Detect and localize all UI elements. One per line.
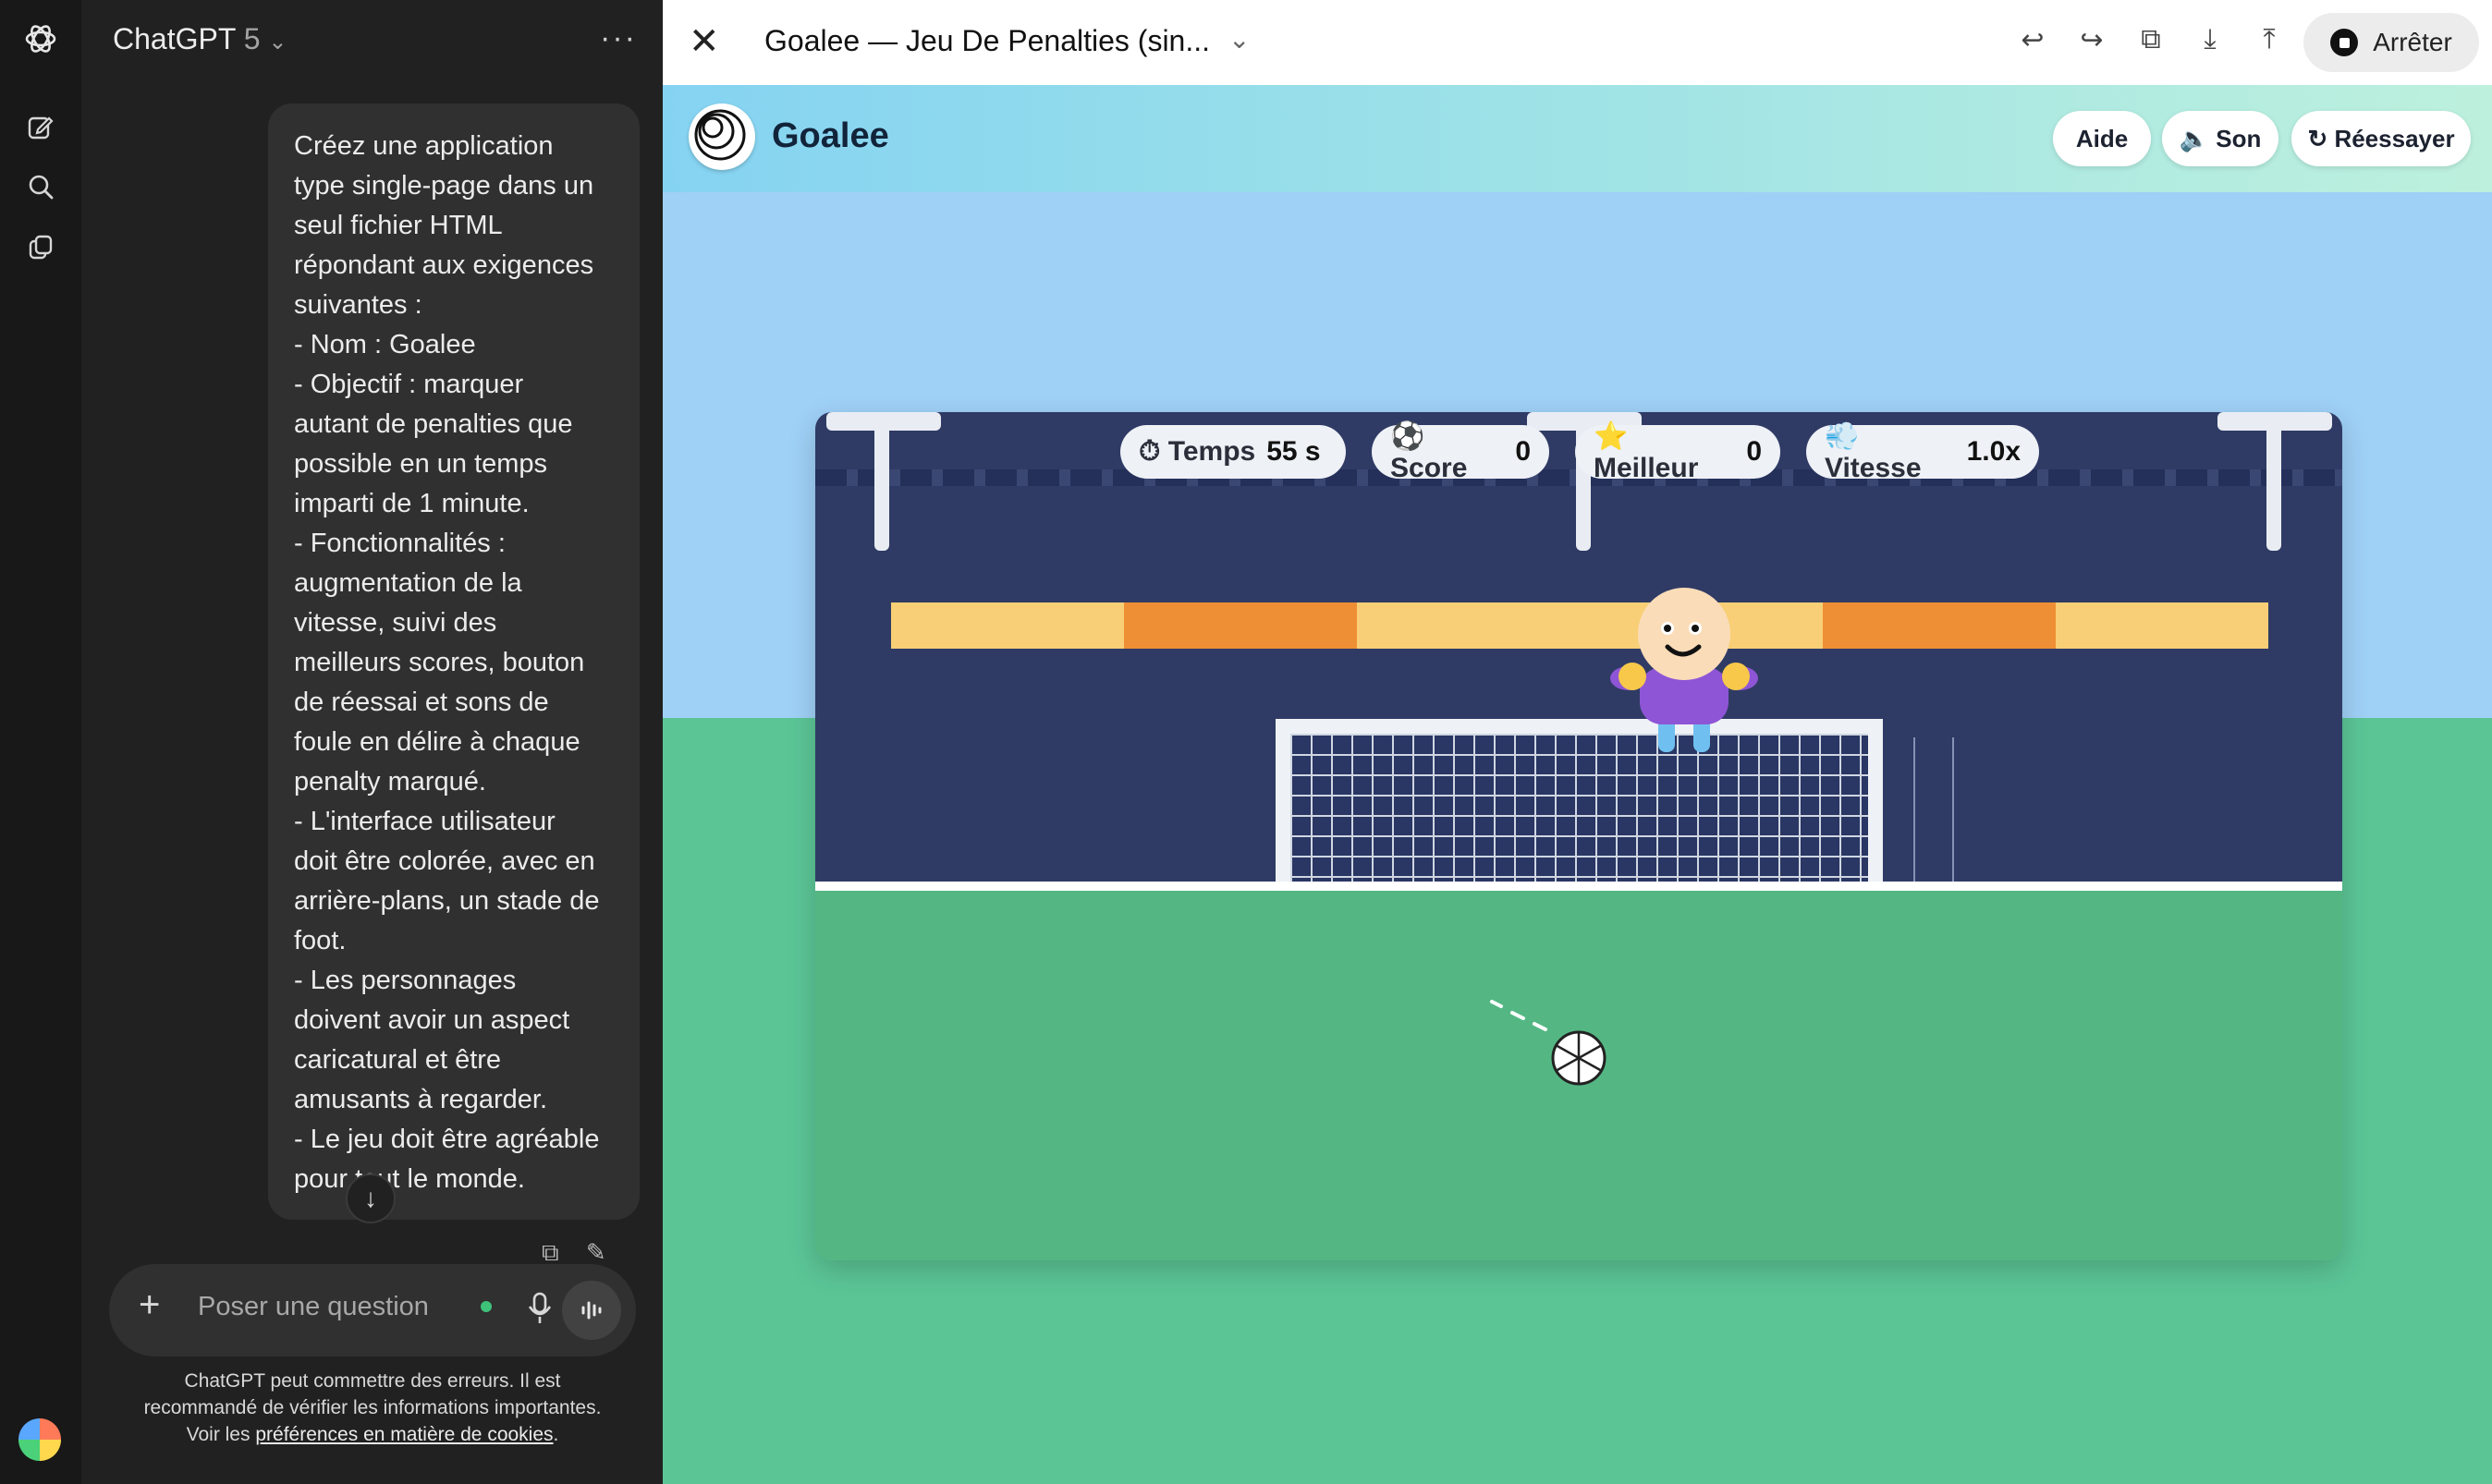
time-chip: ⏱ Temps 55 s	[1120, 425, 1346, 479]
edit-icon[interactable]: ✎	[586, 1238, 606, 1266]
message-line: - Nom : Goalee	[294, 330, 476, 359]
score-label: ⚽ Score	[1390, 420, 1468, 483]
stop-button[interactable]: Arrêter	[2303, 13, 2479, 72]
message-line: foule en délire à chaque	[294, 727, 580, 757]
banner-segment	[891, 602, 1124, 649]
message-line: autant de penalties que	[294, 409, 573, 439]
stop-icon	[2330, 29, 2359, 56]
goalee-logo-icon	[689, 103, 755, 170]
score-chip: ⚽ Score 0	[1372, 421, 1549, 483]
soccer-ball-icon[interactable]	[1550, 1029, 1607, 1087]
undo-icon[interactable]: ↩	[2014, 24, 2051, 61]
goal-line	[815, 882, 2342, 891]
message-line: arrière-plans, un stade de	[294, 886, 600, 916]
plus-icon[interactable]: +	[139, 1284, 160, 1326]
disclaimer: ChatGPT peut commettre des erreurs. Il e…	[137, 1368, 608, 1448]
message-line: doivent avoir un aspect	[294, 1005, 570, 1035]
model-name: ChatGPT	[113, 22, 236, 55]
app-brand: Goalee	[772, 116, 889, 155]
cookie-preferences-link[interactable]: préférences en matière de cookies	[255, 1424, 553, 1445]
floodlight-pole-left	[874, 412, 889, 551]
goalee-app: Goalee Aide 🔈 Son ↻ Réessayer ⏱ Temps 55…	[663, 85, 2492, 1484]
left-rail	[0, 0, 81, 1484]
message-line: type single-page dans un	[294, 171, 594, 201]
more-options-button[interactable]: ···	[600, 20, 637, 56]
search-icon[interactable]	[20, 166, 61, 207]
message-line: augmentation de la	[294, 568, 522, 598]
message-line: imparti de 1 minute.	[294, 489, 530, 518]
message-line: de réessai et sons de	[294, 687, 549, 717]
waveform-icon	[581, 1301, 602, 1320]
composer-input[interactable]: Poser une question	[198, 1292, 429, 1322]
time-label: ⏱ Temps	[1139, 436, 1256, 467]
stop-label: Arrêter	[2373, 28, 2452, 56]
library-icon[interactable]	[20, 227, 61, 268]
message-line: seul fichier HTML	[294, 211, 503, 240]
chevron-down-icon: ⌄	[268, 30, 287, 55]
close-icon[interactable]: ✕	[689, 20, 720, 63]
best-chip: ⭐ Meilleur 0	[1575, 421, 1780, 483]
best-label: ⭐ Meilleur	[1594, 420, 1699, 483]
canvas-title: Goalee — Jeu De Penalties (sin...	[764, 24, 1211, 57]
user-message-bubble: Créez une application type single-page da…	[268, 103, 640, 1220]
status-dot	[481, 1301, 492, 1312]
score-value: 0	[1515, 436, 1531, 467]
chat-panel: ChatGPT 5 ⌄ ··· Créez une application typ…	[81, 0, 663, 1484]
arrow-down-icon: ↓	[364, 1184, 377, 1212]
banner-segment	[1124, 602, 1357, 649]
disclaimer-end: .	[553, 1424, 559, 1445]
speed-label: 💨 Vitesse	[1825, 420, 1922, 483]
message-line: - Les personnages	[294, 966, 517, 995]
speed-value: 1.0x	[1966, 436, 2021, 467]
best-value: 0	[1746, 436, 1762, 467]
banner-segment	[1357, 602, 1590, 649]
microphone-icon[interactable]	[525, 1290, 555, 1327]
message-line: possible en un temps	[294, 449, 548, 479]
message-line: - Le jeu doit être agréable	[294, 1125, 600, 1154]
message-line: pour tout le monde.	[294, 1164, 525, 1194]
speed-chip: 💨 Vitesse 1.0x	[1806, 421, 2039, 483]
canvas-header: ✕ Goalee — Jeu De Penalties (sin... ⌄ ↩ …	[663, 0, 2492, 86]
message-line: foot.	[294, 926, 347, 955]
message-line: penalty marqué.	[294, 767, 486, 797]
corner-flag-line	[1913, 737, 1915, 885]
message-line: meilleurs scores, bouton	[294, 648, 585, 677]
new-chat-icon[interactable]	[20, 107, 61, 148]
time-value: 55 s	[1266, 436, 1321, 467]
floodlight-pole-right	[2266, 412, 2281, 551]
copy-icon[interactable]: ⧉	[2132, 24, 2169, 61]
share-icon[interactable]: ⤒	[2251, 24, 2288, 61]
copy-icon[interactable]: ⧉	[542, 1238, 559, 1266]
stadium-field[interactable]: ⏱ Temps 55 s ⚽ Score 0 ⭐ Meilleur 0 💨 Vi…	[815, 412, 2342, 1260]
goalkeeper-character	[1592, 582, 1777, 767]
message-line: suivantes :	[294, 290, 422, 320]
message-line: - Objectif : marquer	[294, 370, 524, 399]
model-selector[interactable]: ChatGPT 5 ⌄	[113, 22, 287, 56]
composer: + Poser une question	[109, 1264, 636, 1356]
message-line: répondant aux exigences	[294, 250, 594, 280]
avatar[interactable]	[18, 1418, 61, 1461]
banner-segment	[2056, 602, 2268, 649]
message-line: doit être colorée, avec en	[294, 846, 595, 876]
message-line: - Fonctionnalités :	[294, 529, 506, 558]
voice-mode-button[interactable]	[562, 1281, 621, 1340]
banner-segment	[1823, 602, 2056, 649]
corner-flag-line	[1952, 737, 1954, 885]
message-line: vitesse, suivi des	[294, 608, 497, 638]
download-icon[interactable]: ⤓	[2192, 24, 2229, 61]
app-topbar: Goalee Aide 🔈 Son ↻ Réessayer	[663, 85, 2492, 192]
retry-button[interactable]: ↻ Réessayer	[2291, 111, 2471, 166]
goal-net	[1276, 719, 1883, 887]
message-line: - L'interface utilisateur	[294, 807, 556, 836]
sound-button[interactable]: 🔈 Son	[2162, 111, 2278, 166]
message-line: Créez une application	[294, 131, 554, 161]
help-button[interactable]: Aide	[2053, 111, 2151, 166]
model-version: 5	[243, 22, 261, 55]
chevron-down-icon[interactable]: ⌄	[1228, 24, 1250, 55]
message-line: amusants à regarder.	[294, 1085, 548, 1114]
message-line: caricatural et être	[294, 1045, 502, 1075]
redo-icon[interactable]: ↪	[2073, 24, 2110, 61]
scroll-down-button[interactable]: ↓	[346, 1174, 396, 1223]
openai-logo-icon[interactable]	[20, 18, 61, 59]
